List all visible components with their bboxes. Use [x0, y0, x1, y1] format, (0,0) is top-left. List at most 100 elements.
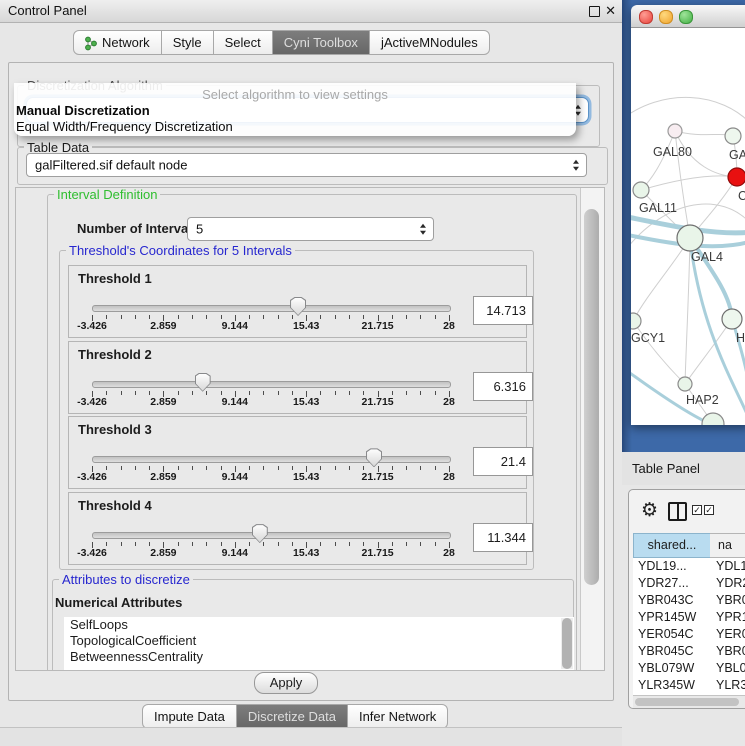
minor-tick — [192, 391, 193, 395]
attribute-list-item[interactable]: BetweennessCentrality — [64, 649, 574, 665]
minor-tick — [292, 391, 293, 395]
table-data-selected-value: galFiltered.sif default node — [35, 158, 187, 173]
slider-track[interactable] — [92, 381, 451, 388]
minor-tick — [121, 466, 122, 470]
tab-style[interactable]: Style — [161, 30, 214, 55]
float-window-icon[interactable] — [589, 6, 600, 17]
table-row[interactable]: YBR043C YBR0 — [633, 592, 745, 609]
network-icon — [85, 36, 97, 51]
bottom-tab-infer-network[interactable]: Infer Network — [347, 704, 448, 729]
table-row[interactable]: YPR145WYPR1 — [633, 609, 745, 626]
bottom-tab-impute-data[interactable]: Impute Data — [142, 704, 237, 729]
minimize-traffic-light-icon[interactable] — [659, 10, 673, 24]
network-node[interactable] — [668, 124, 682, 138]
number-of-intervals-select[interactable]: 5 — [187, 217, 434, 241]
network-window-titlebar[interactable] — [631, 5, 745, 28]
tab-cyni-toolbox[interactable]: Cyni Toolbox — [272, 30, 370, 55]
minor-tick — [206, 466, 207, 470]
network-node[interactable] — [678, 377, 692, 391]
slider-thumb[interactable] — [290, 297, 306, 316]
table-row[interactable]: YER054CYER0 — [633, 626, 745, 643]
tick-label: 9.144 — [222, 396, 248, 408]
slider-thumb[interactable] — [366, 448, 382, 467]
minor-tick — [335, 315, 336, 319]
tab-jactivemnodules[interactable]: jActiveMNodules — [369, 30, 490, 55]
algorithm-option-manual[interactable]: Manual Discretization — [16, 103, 150, 118]
node-label: H — [736, 331, 745, 345]
table-row[interactable]: YDL19...YDL1 — [633, 558, 745, 575]
apply-button[interactable]: Apply — [254, 672, 318, 694]
zoom-traffic-light-icon[interactable] — [679, 10, 693, 24]
slider-track[interactable] — [92, 532, 451, 539]
close-icon[interactable]: ✕ — [605, 3, 616, 19]
cell-shared-name: YLR345W — [638, 677, 695, 694]
table-data-select[interactable]: galFiltered.sif default node — [26, 153, 587, 177]
settings-gear-icon[interactable]: ⚙ — [641, 499, 658, 522]
table-row[interactable]: YDR27...YDR2 — [633, 575, 745, 592]
tick-label: 28 — [443, 396, 455, 408]
slider-thumb[interactable] — [252, 524, 268, 543]
cell-shared-name: YBR043C — [638, 592, 694, 609]
tick-label: 2.859 — [150, 547, 176, 559]
slider-thumb[interactable] — [195, 373, 211, 392]
network-node[interactable] — [633, 182, 649, 198]
tab-select[interactable]: Select — [213, 30, 273, 55]
tab-network[interactable]: Network — [73, 30, 162, 55]
minor-tick — [292, 466, 293, 470]
tick-label: 9.144 — [222, 547, 248, 559]
cell-name: YBR0 — [716, 592, 745, 609]
checkbox-checked-icon[interactable]: ✓ — [704, 505, 714, 515]
attribute-list-item[interactable]: SelfLoops — [64, 617, 574, 633]
minor-tick — [292, 542, 293, 546]
threshold-value-field[interactable]: 11.344 — [473, 523, 533, 552]
table-panel: ⚙ ✓ ✓ shared... na YDL19...YDL1YDR27...Y… — [628, 489, 745, 709]
close-traffic-light-icon[interactable] — [639, 10, 653, 24]
minor-tick — [263, 466, 264, 470]
network-node[interactable] — [725, 128, 741, 144]
column-header-shared-name[interactable]: shared... — [633, 533, 711, 558]
network-node[interactable] — [631, 313, 641, 329]
panel-titlebar: Control Panel ✕ — [0, 0, 622, 23]
algorithm-option-equal-width[interactable]: Equal Width/Frequency Discretization — [16, 119, 233, 134]
tick-label: 9.144 — [222, 320, 248, 332]
checkbox-checked-icon[interactable]: ✓ — [692, 505, 702, 515]
table-horizontal-scrollbar[interactable] — [633, 695, 745, 708]
threshold-label: Threshold 4 — [78, 498, 152, 513]
threshold-value-field[interactable]: 21.4 — [473, 447, 533, 476]
node-label: GAL4 — [691, 250, 723, 264]
tab-label: Cyni Toolbox — [284, 34, 358, 52]
numerical-attributes-label: Numerical Attributes — [55, 595, 182, 610]
settings-vertical-scrollbar[interactable] — [580, 188, 604, 670]
attributes-list-scrollbar[interactable] — [561, 618, 573, 669]
table-row[interactable]: YLR345WYLR3 — [633, 677, 745, 694]
minor-tick — [206, 315, 207, 319]
cell-shared-name: YBR045C — [638, 643, 694, 660]
numerical-attributes-list[interactable]: SelfLoopsTopologicalCoefficientBetweenne… — [64, 617, 574, 670]
slider-track[interactable] — [92, 305, 451, 312]
tick-label: 2.859 — [150, 320, 176, 332]
table-row[interactable]: YBR045CYBR0 — [633, 643, 745, 660]
threshold-value-field[interactable]: 14.713 — [473, 296, 533, 325]
split-columns-icon[interactable] — [668, 502, 687, 521]
network-node[interactable] — [722, 309, 742, 329]
attribute-list-item[interactable]: TopologicalCoefficient — [64, 633, 574, 649]
network-canvas[interactable]: GAL80GACGAL11GAL4GCY1HHAP2 — [631, 28, 745, 425]
minor-tick — [221, 315, 222, 319]
slider-track[interactable] — [92, 456, 451, 463]
network-node[interactable] — [728, 168, 745, 186]
bottom-tab-discretize-data[interactable]: Discretize Data — [236, 704, 348, 729]
node-label: HAP2 — [686, 393, 719, 407]
tick-label: 15.43 — [293, 471, 319, 483]
cell-name: YPR1 — [716, 609, 745, 626]
minor-tick — [420, 466, 421, 470]
column-header-name[interactable]: na — [710, 533, 745, 558]
network-node[interactable] — [702, 413, 724, 425]
tick-label: -3.426 — [77, 547, 107, 559]
minor-tick — [149, 315, 150, 319]
table-row[interactable]: YBL079WYBL0 — [633, 660, 745, 677]
network-node[interactable] — [677, 225, 703, 251]
threshold-label: Threshold 2 — [78, 347, 152, 362]
minor-tick — [249, 542, 250, 546]
threshold-value-field[interactable]: 6.316 — [473, 372, 533, 401]
network-window[interactable]: GAL80GACGAL11GAL4GCY1HHAP2 — [631, 5, 745, 425]
